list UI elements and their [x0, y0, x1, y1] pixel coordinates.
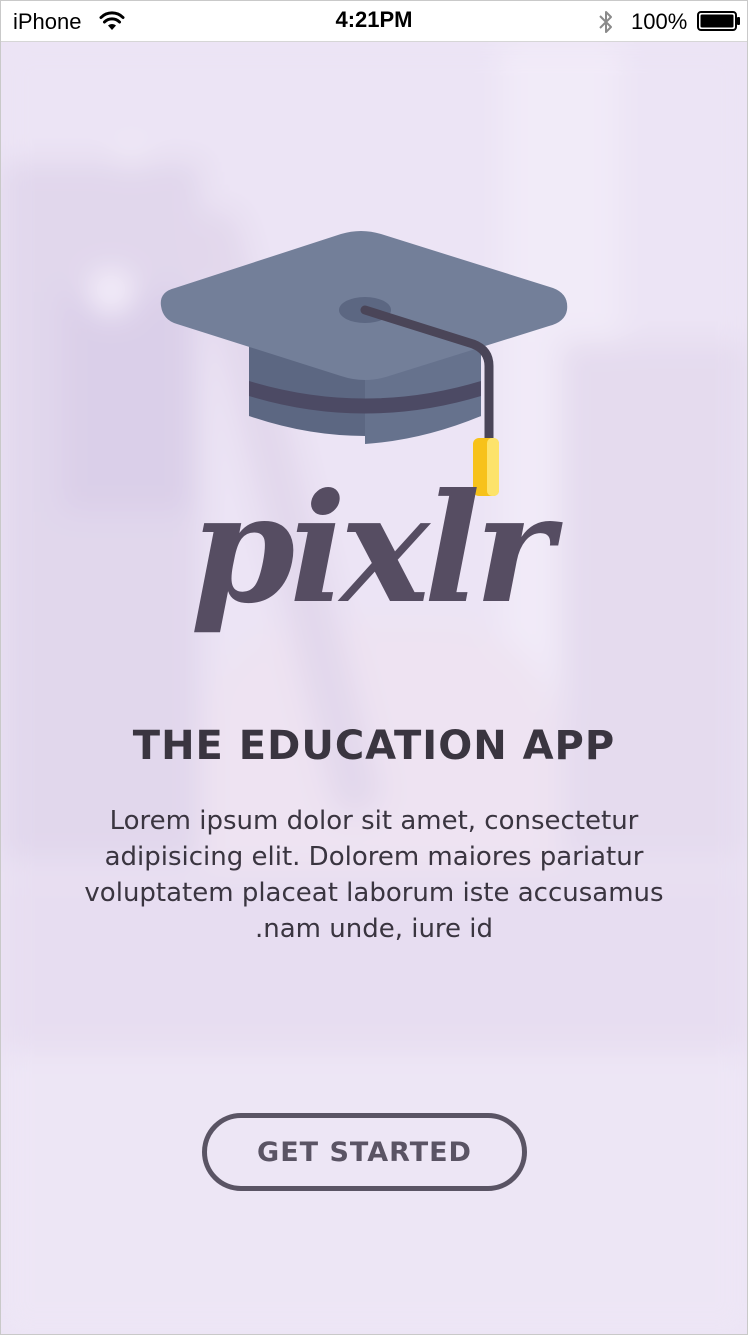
- app-logo: pixlr: [160, 231, 570, 637]
- app-description: Lorem ipsum dolor sit amet, consectetur …: [84, 806, 664, 944]
- screen: iPhone 4:21PM 100% pixlr THE EDUCATION A…: [0, 0, 748, 1335]
- battery-icon: [697, 11, 740, 31]
- graduation-cap-icon: [160, 231, 568, 496]
- logo-wordmark: pixlr: [190, 461, 563, 637]
- bluetooth-icon: [599, 11, 612, 33]
- app-title: THE EDUCATION APP: [132, 723, 616, 769]
- status-bar: iPhone 4:21PM 100%: [1, 1, 747, 42]
- get-started-button[interactable]: GET STARTED: [202, 1113, 527, 1191]
- battery-percent: 100%: [631, 9, 688, 34]
